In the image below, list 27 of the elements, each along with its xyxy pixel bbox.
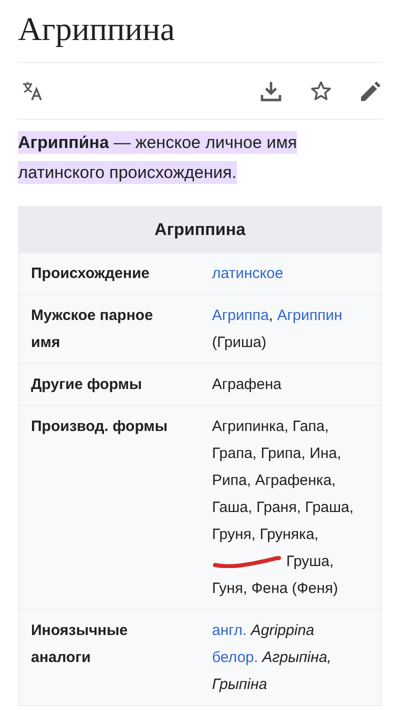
translate-icon[interactable] bbox=[22, 81, 44, 101]
value-text: Гуня, Фена (Феня) bbox=[212, 580, 338, 597]
row-label: Другие формы bbox=[31, 375, 143, 395]
value-text: , bbox=[268, 307, 274, 324]
value-text: Груша, bbox=[286, 553, 334, 570]
pencil-icon[interactable] bbox=[360, 80, 382, 102]
value-text: Аграфена bbox=[212, 376, 282, 393]
row-label: Иноязычные аналоги bbox=[31, 621, 129, 668]
row-label: Производ. формы bbox=[31, 417, 169, 437]
lead-paragraph: Агриппи́на — женское личное имя латинского происхождения. bbox=[18, 130, 298, 186]
value-text: (Гриша) bbox=[212, 334, 266, 351]
value-text: Агрипинка, Гапа, Грапа, Грипа, Ина, Рипа, Аграфенка, Гаша, Граня, Граша, Груня, Груняка, bbox=[212, 418, 354, 543]
name-variant: Агрыпіна, bbox=[262, 649, 332, 666]
name-variant: Грыпіна bbox=[212, 676, 268, 693]
language-link[interactable]: Агриппин bbox=[277, 307, 342, 324]
language-link[interactable]: белор. bbox=[212, 649, 258, 666]
name-variant: Agrippina bbox=[250, 622, 314, 639]
infobox-title: Агриппина bbox=[19, 207, 381, 252]
language-link[interactable]: Агриппа bbox=[212, 307, 269, 324]
star-icon[interactable] bbox=[310, 80, 332, 102]
download-icon[interactable] bbox=[260, 80, 282, 102]
row-label: Происхождение bbox=[31, 264, 151, 284]
language-link[interactable]: латинское bbox=[212, 265, 284, 282]
language-link[interactable]: англ. bbox=[212, 622, 247, 639]
row-label: Мужское парное имя bbox=[31, 306, 154, 353]
page-title: Агриппина bbox=[17, 11, 176, 50]
marker-stroke bbox=[212, 556, 282, 568]
